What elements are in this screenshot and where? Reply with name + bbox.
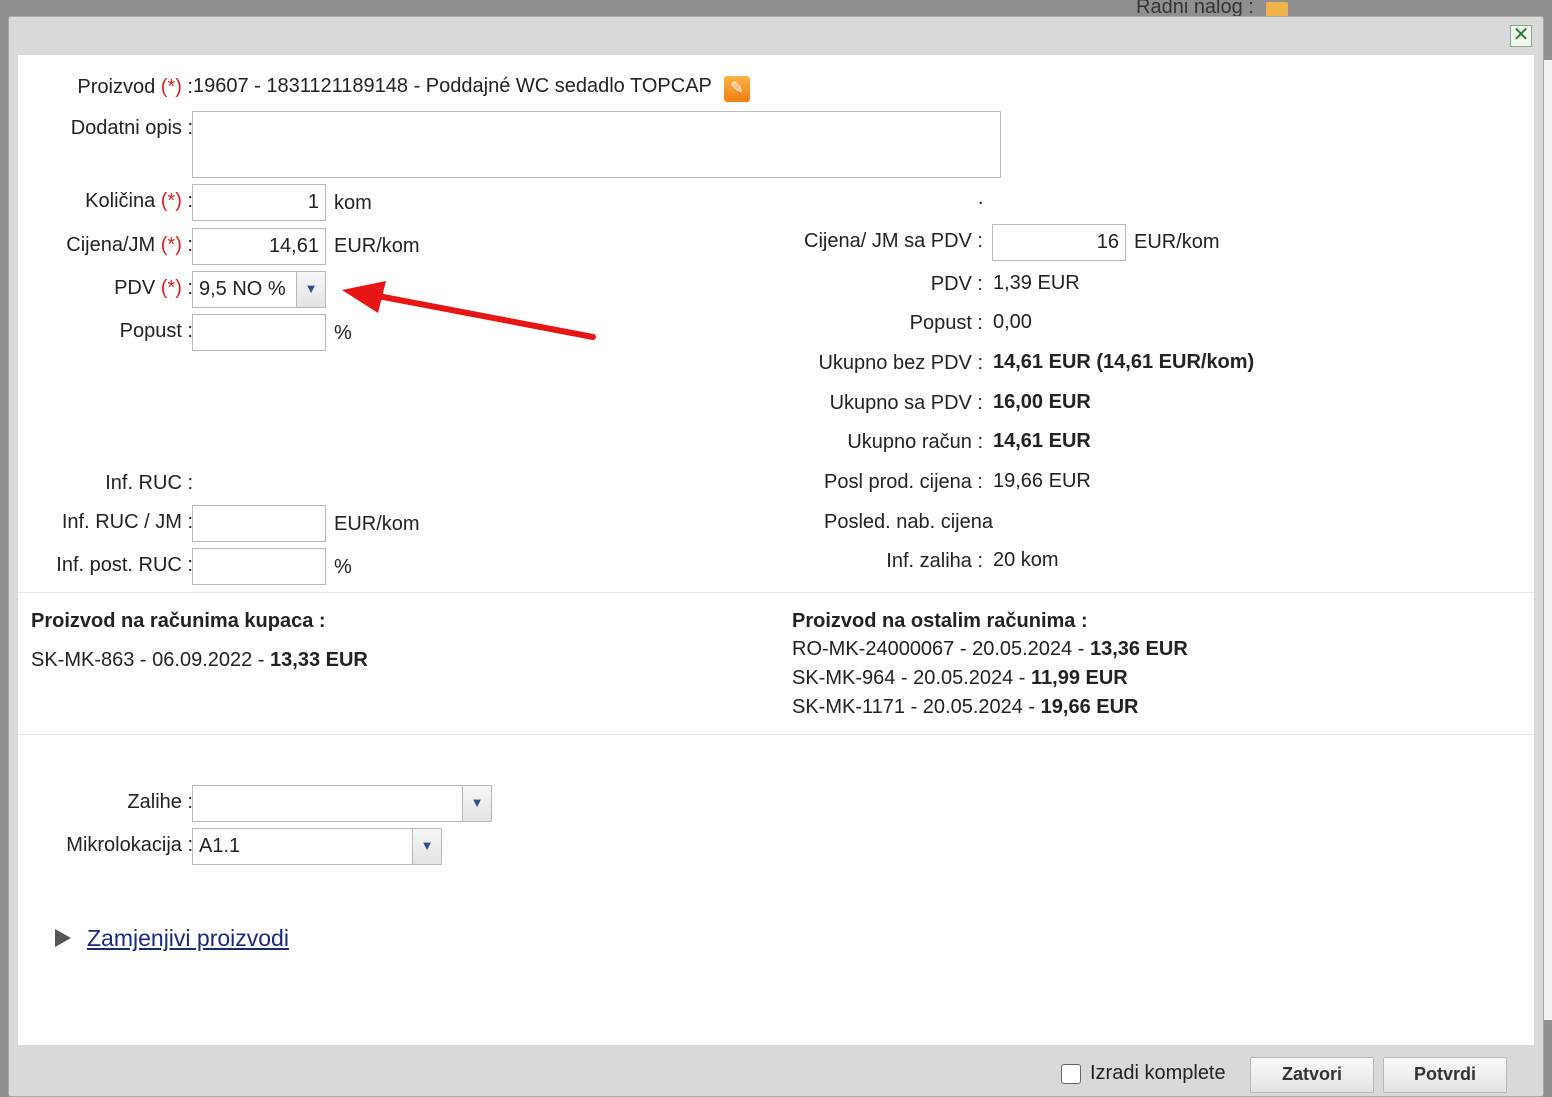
price-vat-input[interactable] xyxy=(992,224,1126,261)
stock-info-label: Inf. zaliha : xyxy=(886,550,983,572)
vat-amount-value: 1,39 EUR xyxy=(993,272,1080,294)
vat-label: PDV (*) : xyxy=(114,277,193,299)
price-vat-label: Cijena/ JM sa PDV : xyxy=(804,230,983,252)
chevron-down-icon[interactable]: ▼ xyxy=(462,786,491,821)
quantity-unit: kom xyxy=(334,192,372,214)
discount-input[interactable] xyxy=(192,314,326,351)
ruc-per-unit-label: Inf. RUC / JM : xyxy=(61,511,193,533)
vat-amount-label: PDV : xyxy=(930,273,983,295)
divider xyxy=(18,592,1534,593)
price-vat-unit: EUR/kom xyxy=(1134,231,1220,253)
microlocation-selected-value: A1.1 xyxy=(199,835,241,857)
unit-price-unit: EUR/kom xyxy=(334,235,420,257)
other-invoice-item: RO-MK-24000067 - 20.05.2024 - 13,36 EUR xyxy=(792,638,1188,660)
last-sale-price-value: 19,66 EUR xyxy=(993,470,1091,492)
discount-label: Popust : xyxy=(119,320,193,342)
stock-info-value: 20 kom xyxy=(993,549,1059,571)
required-mark: (*) xyxy=(160,277,182,299)
required-mark: (*) xyxy=(160,190,182,212)
microlocation-select[interactable]: A1.1 ▼ xyxy=(192,828,442,865)
total-vat-value: 16,00 EUR xyxy=(993,391,1091,413)
edit-pencil-icon[interactable]: ✎ xyxy=(724,76,750,102)
total-no-vat-value: 14,61 EUR (14,61 EUR/kom) xyxy=(993,351,1255,373)
total-vat-label: Ukupno sa PDV : xyxy=(829,392,983,414)
product-item-dialog: ✕ Proizvod (*) : 19607 - 1831121189148 -… xyxy=(8,16,1544,1097)
close-icon[interactable]: ✕ xyxy=(1510,25,1532,47)
ruc-per-unit-input[interactable] xyxy=(192,505,326,542)
customer-invoice-item: SK-MK-863 - 06.09.2022 - 13,33 EUR xyxy=(31,649,368,671)
product-value: 19607 - 1831121189148 - Poddajné WC seda… xyxy=(193,75,712,97)
dot-text: . xyxy=(978,187,984,209)
discount-unit: % xyxy=(334,322,352,344)
other-invoice-item: SK-MK-964 - 20.05.2024 - 11,99 EUR xyxy=(792,667,1128,689)
unit-price-label: Cijena/JM (*) : xyxy=(66,234,193,256)
total-invoice-value: 14,61 EUR xyxy=(993,430,1091,452)
close-button[interactable]: Zatvori xyxy=(1250,1057,1374,1093)
total-invoice-label: Ukupno račun : xyxy=(847,431,983,453)
extra-desc-label: Dodatni opis : xyxy=(70,117,193,139)
quantity-input[interactable] xyxy=(192,184,326,221)
customer-invoices-heading: Proizvod na računima kupaca : xyxy=(31,610,326,632)
vat-selected-value: 9,5 NO % xyxy=(199,278,286,300)
total-no-vat-label: Ukupno bez PDV : xyxy=(818,352,983,374)
other-invoices-heading: Proizvod na ostalim računima : xyxy=(792,610,1088,632)
product-label: Proizvod (*) : xyxy=(77,76,193,98)
stock-select[interactable]: ▼ xyxy=(192,785,492,822)
ruc-post-unit: % xyxy=(334,556,352,578)
divider xyxy=(18,734,1534,735)
extra-desc-textarea[interactable] xyxy=(192,111,1001,178)
discount-amount-value: 0,00 xyxy=(993,311,1032,333)
ruc-per-unit-unit: EUR/kom xyxy=(334,513,420,535)
confirm-button[interactable]: Potvrdi xyxy=(1383,1057,1507,1093)
expand-triangle-icon[interactable] xyxy=(55,929,71,947)
required-mark: (*) xyxy=(160,76,182,98)
last-purchase-price-label: Posled. nab. cijena xyxy=(823,511,993,533)
unit-price-input[interactable] xyxy=(192,228,326,265)
chevron-down-icon[interactable]: ▼ xyxy=(296,272,325,307)
microlocation-label: Mikrolokacija : xyxy=(66,834,193,856)
chevron-down-icon[interactable]: ▼ xyxy=(412,829,441,864)
quantity-label: Količina (*) : xyxy=(85,190,193,212)
vat-select[interactable]: 9,5 NO % ▼ xyxy=(192,271,326,308)
stock-label: Zalihe : xyxy=(127,791,193,813)
annotation-arrow xyxy=(342,281,596,340)
last-sale-price-label: Posl prod. cijena : xyxy=(824,471,983,493)
make-sets-label: Izradi komplete xyxy=(1090,1062,1226,1084)
dialog-content: Proizvod (*) : 19607 - 1831121189148 - P… xyxy=(18,55,1534,1045)
discount-amount-label: Popust : xyxy=(909,312,983,334)
replaceable-products-link[interactable]: Zamjenjivi proizvodi xyxy=(87,925,289,952)
ruc-post-label: Inf. post. RUC : xyxy=(56,554,193,576)
other-invoice-item: SK-MK-1171 - 20.05.2024 - 19,66 EUR xyxy=(792,696,1139,718)
ruc-post-input[interactable] xyxy=(192,548,326,585)
ruc-label: Inf. RUC : xyxy=(105,472,193,494)
make-sets-checkbox[interactable] xyxy=(1061,1064,1081,1084)
required-mark: (*) xyxy=(160,234,182,256)
